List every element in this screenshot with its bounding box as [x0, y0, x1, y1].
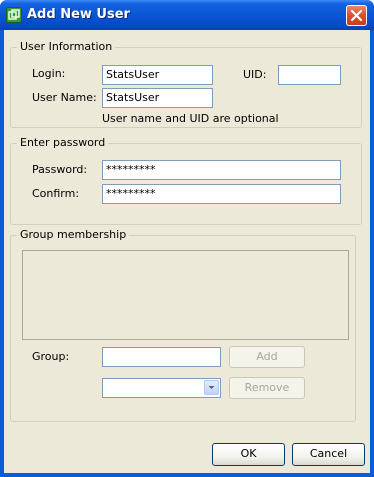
dropdown-arrow-button[interactable]	[204, 380, 219, 395]
username-label: User Name:	[32, 91, 97, 104]
title-bar[interactable]: Add New User	[0, 0, 374, 30]
add-new-user-dialog: Add New User User Information Login: Sta…	[0, 0, 374, 477]
login-label: Login:	[32, 67, 66, 80]
dialog-title: Add New User	[27, 7, 130, 22]
group-membership-caption: Group membership	[17, 228, 130, 241]
add-button[interactable]: Add	[229, 346, 305, 368]
confirm-password-field[interactable]: *********	[102, 184, 341, 204]
cancel-button[interactable]: Cancel	[292, 443, 365, 466]
uid-label: UID:	[243, 68, 267, 81]
chevron-down-icon	[208, 386, 215, 389]
ok-button[interactable]: OK	[212, 443, 285, 466]
group-select[interactable]	[102, 378, 221, 398]
optional-hint: User name and UID are optional	[102, 112, 279, 125]
remove-button[interactable]: Remove	[229, 377, 305, 399]
app-icon	[6, 7, 22, 23]
user-information-caption: User Information	[17, 40, 116, 53]
enter-password-caption: Enter password	[17, 136, 109, 149]
password-label: Password:	[32, 163, 88, 176]
uid-field[interactable]	[278, 65, 341, 85]
login-field[interactable]: StatsUser	[102, 65, 213, 85]
group-field[interactable]	[102, 347, 221, 367]
username-field[interactable]: StatsUser	[102, 88, 213, 108]
close-button[interactable]	[346, 5, 367, 26]
group-label: Group:	[32, 350, 70, 363]
group-list[interactable]	[22, 250, 349, 340]
password-field[interactable]: *********	[102, 160, 341, 180]
dialog-body: User Information Login: StatsUser UID: U…	[4, 30, 370, 473]
confirm-label: Confirm:	[32, 187, 80, 200]
close-icon	[350, 9, 363, 22]
